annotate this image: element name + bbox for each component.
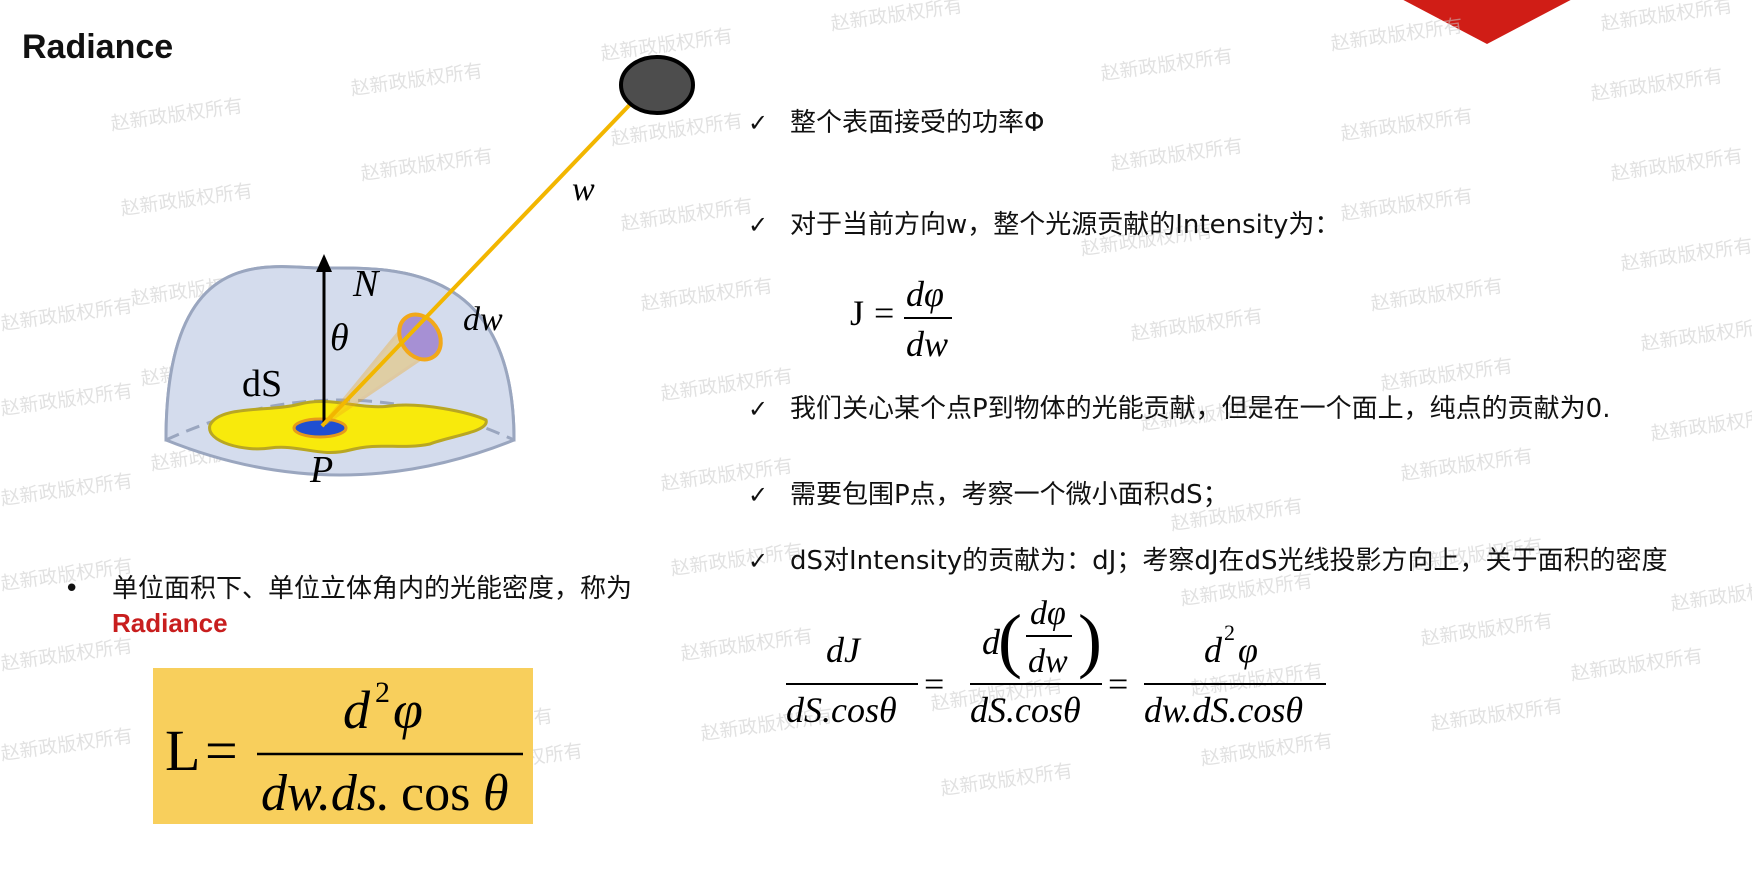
label-dw: dw: [463, 301, 503, 338]
check-item-2: ✓ 对于当前方向w，整个光源贡献的Intensity为：: [748, 210, 1341, 240]
normal-arrowhead: [316, 254, 332, 272]
formula-L-num-d: d: [343, 680, 371, 740]
watermark-text: 赵新政版权所有: [1599, 0, 1735, 36]
watermark-text: 赵新政版权所有: [1399, 444, 1535, 486]
watermark-text: 赵新政版权所有: [829, 0, 965, 36]
eq-2: =: [1108, 664, 1128, 704]
light-source-disk: [619, 55, 695, 115]
radiance-formula: L = d 2 φ dw.ds. cos θ: [165, 676, 523, 822]
check-item-5: ✓ dS对Intensity的贡献为：dJ；考察dJ在dS光线投影方向上，关于面积…: [748, 546, 1668, 576]
f3-num-phi: φ: [1238, 630, 1258, 670]
watermark-text: 赵新政版权所有: [1619, 234, 1752, 276]
watermark-text: 赵新政版权所有: [1339, 104, 1475, 146]
watermark-text: 赵新政版权所有: [939, 759, 1075, 801]
watermark-text: 赵新政版权所有: [1589, 64, 1725, 106]
intensity-formula: J = dφ dw: [850, 274, 952, 364]
check-item-3: ✓ 我们关心某个点P到物体的光能贡献，但是在一个面上，纯点的贡献为0.: [748, 394, 1611, 424]
check-icon: ✓: [748, 109, 769, 137]
corner-decoration: [1392, 0, 1582, 44]
check-icon: ✓: [748, 547, 769, 575]
watermark-text: 赵新政版权所有: [0, 294, 135, 336]
f2-inner-num: dφ: [1030, 595, 1066, 632]
watermark-text: 赵新政版权所有: [1339, 184, 1475, 226]
formula-L-eq: =: [205, 718, 238, 783]
f2-den: dS.cosθ: [970, 690, 1081, 730]
check-item-1: ✓ 整个表面接受的功率Φ: [748, 108, 1045, 138]
f3-num-d: d: [1204, 630, 1223, 670]
radiance-hemisphere-diagram: w N θ dw dS P: [164, 55, 695, 491]
formula-L-den-cos: cos: [401, 765, 470, 822]
watermark-text: 赵新政版权所有: [1609, 144, 1745, 186]
check-icon: ✓: [748, 211, 769, 239]
watermark-text: 赵新政版权所有: [1369, 274, 1505, 316]
check-icon: ✓: [748, 481, 769, 509]
watermark-text: 赵新政版权所有: [1099, 44, 1235, 86]
label-P: P: [309, 449, 333, 491]
f2-left-paren: (: [998, 600, 1022, 680]
f3-den: dw.dS.cosθ: [1144, 690, 1303, 730]
eq-1: =: [924, 664, 944, 704]
radiance-highlight: Radiance: [112, 608, 228, 638]
formula-J-eq: =: [874, 293, 894, 333]
f1-den: dS.cosθ: [786, 690, 897, 730]
formula-J-lhs: J: [850, 293, 864, 333]
watermark-text: 赵新政版权所有: [0, 469, 135, 511]
formula-J-den: dw: [906, 324, 948, 364]
watermark-text: 赵新政版权所有: [1649, 404, 1752, 446]
label-w: w: [572, 171, 595, 208]
formula-L-num-phi: φ: [393, 680, 423, 740]
f2-right-paren: ): [1078, 600, 1102, 680]
f2-inner-den: dw: [1028, 643, 1068, 680]
formula-L-den: dw.ds.: [261, 765, 390, 822]
label-dS: dS: [242, 363, 282, 405]
formula-J-num: dφ: [906, 274, 944, 314]
watermark-text: 赵新政版权所有: [1129, 304, 1265, 346]
watermark-text: 赵新政版权所有: [1419, 609, 1555, 651]
check-icon: ✓: [748, 395, 769, 423]
watermark-text: 赵新政版权所有: [1569, 644, 1705, 686]
watermark-text: 赵新政版权所有: [0, 379, 135, 421]
formula-L-num-sup: 2: [375, 676, 390, 709]
label-N: N: [352, 263, 381, 305]
dS-patch: [292, 417, 348, 439]
watermark-text: 赵新政版权所有: [1669, 574, 1752, 616]
watermark-text: 赵新政版权所有: [0, 724, 135, 766]
check-item-4: ✓ 需要包围P点，考察一个微小面积dS；: [748, 480, 1229, 510]
watermark-text: 赵新政版权所有: [1109, 134, 1245, 176]
bullet-dot: •: [64, 574, 80, 604]
formula-L-den-theta: θ: [483, 765, 509, 822]
bullet-text: 单位面积下、单位立体角内的光能密度，称为Radiance: [112, 574, 633, 638]
label-theta: θ: [330, 317, 349, 359]
watermark-text: 赵新政版权所有: [1639, 314, 1752, 356]
f3-num-sup: 2: [1224, 620, 1235, 645]
watermark-text: 赵新政版权所有: [1429, 694, 1565, 736]
f1-num: dJ: [826, 630, 862, 670]
radiance-derivation-formula: dJ dS.cosθ = d ( dφ dw ) dS.cosθ = d 2 φ…: [786, 595, 1326, 730]
formula-L-lhs: L: [165, 718, 200, 783]
